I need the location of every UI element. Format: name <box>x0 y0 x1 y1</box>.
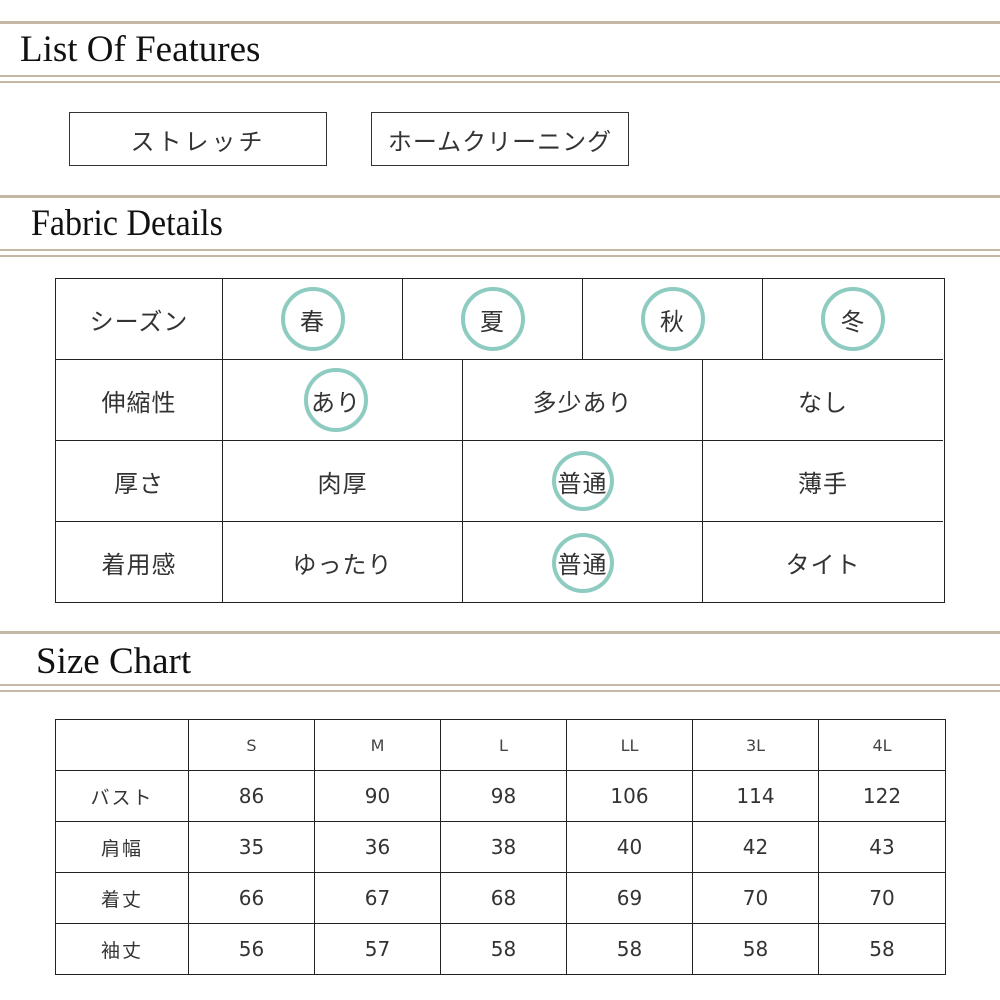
feature-tag: ホームクリーニング <box>371 112 629 166</box>
fabric-option-text: 肉厚 <box>317 469 368 498</box>
size-column-header: LL <box>566 719 693 771</box>
size-value-cell: 56 <box>188 923 315 975</box>
fabric-option-cell: 肉厚 <box>223 441 463 521</box>
fabric-option-text: 多少あり <box>532 388 633 417</box>
fabric-option-cell: 冬 <box>763 279 943 359</box>
fabric-option-text: 普通 <box>557 551 608 579</box>
size-value-cell: 70 <box>692 872 819 924</box>
size-chart-table: S M L LL 3L 4L バスト 86 90 98 106 114 122 肩幅 35 36 38 40 42 4… <box>55 719 946 975</box>
fabric-option-cell: 普通 <box>463 522 703 603</box>
fabric-row: シーズン 春 夏 秋 冬 <box>56 279 943 360</box>
size-row-label: 肩幅 <box>55 821 189 873</box>
size-column-header: M <box>314 719 441 771</box>
size-value-cell: 114 <box>692 770 819 822</box>
section-title-size: Size Chart <box>36 641 192 682</box>
size-column-header: 3L <box>692 719 819 771</box>
fabric-option-cell: 秋 <box>583 279 763 359</box>
header-rule <box>0 249 1000 251</box>
fabric-option-text: タイト <box>785 551 861 579</box>
fabric-option-cell: タイト <box>703 522 943 603</box>
size-row-label: 袖丈 <box>55 923 189 975</box>
fabric-row: 着用感 ゆったり 普通 タイト <box>56 522 943 603</box>
fabric-option-cell: 春 <box>223 279 403 359</box>
header-rule <box>0 75 1000 77</box>
fabric-row-label: 厚さ <box>56 441 223 521</box>
section-title-features: List Of Features <box>20 29 261 70</box>
size-column-header: L <box>440 719 567 771</box>
fabric-option-cell: あり <box>223 360 463 440</box>
size-value-cell: 98 <box>440 770 567 822</box>
fabric-row-label: 伸縮性 <box>56 360 223 440</box>
fabric-label-text: シーズン <box>89 307 189 336</box>
size-value-cell: 40 <box>566 821 693 873</box>
feature-tag: ストレッチ <box>69 112 327 166</box>
fabric-option-text: あり <box>311 388 361 417</box>
section-title-fabric: Fabric Details <box>31 203 223 244</box>
size-corner-cell <box>55 719 189 771</box>
size-table-row: 着丈 66 67 68 69 70 70 <box>55 872 946 924</box>
fabric-details-table: シーズン春夏秋冬伸縮性 あり 多少あり なし 厚さ 肉厚 普通 薄手 着用感 ゆったり 普通 タイト <box>55 278 945 603</box>
fabric-option-text: 秋 <box>660 307 685 336</box>
fabric-row: 厚さ 肉厚 普通 薄手 <box>56 441 943 522</box>
size-value-cell: 36 <box>314 821 441 873</box>
size-value-cell: 106 <box>566 770 693 822</box>
size-value-cell: 90 <box>314 770 441 822</box>
size-column-header: S <box>188 719 315 771</box>
size-header-row: S M L LL 3L 4L <box>55 719 946 771</box>
size-table-row: 袖丈 56 57 58 58 58 58 <box>55 923 946 975</box>
size-value-cell: 38 <box>440 821 567 873</box>
size-value-cell: 43 <box>818 821 946 873</box>
size-value-cell: 35 <box>188 821 315 873</box>
fabric-option-text: 夏 <box>480 307 505 336</box>
fabric-option-cell: 普通 <box>463 441 703 521</box>
fabric-option-cell: 夏 <box>403 279 583 359</box>
size-value-cell: 58 <box>566 923 693 975</box>
fabric-option-cell: なし <box>703 360 943 440</box>
size-value-cell: 58 <box>692 923 819 975</box>
size-value-cell: 42 <box>692 821 819 873</box>
fabric-option-text: 冬 <box>840 307 866 336</box>
header-rule <box>0 255 1000 257</box>
size-value-cell: 70 <box>818 872 946 924</box>
size-value-cell: 68 <box>440 872 567 924</box>
size-table-row: バスト 86 90 98 106 114 122 <box>55 770 946 822</box>
fabric-option-cell: ゆったり <box>223 522 463 603</box>
size-row-label: バスト <box>55 770 189 822</box>
fabric-option-text: 薄手 <box>798 469 848 498</box>
fabric-option-text: ゆったり <box>292 551 393 579</box>
size-value-cell: 58 <box>440 923 567 975</box>
size-value-cell: 66 <box>188 872 315 924</box>
size-column-header: 4L <box>818 719 946 771</box>
fabric-option-text: なし <box>798 388 848 417</box>
size-table-row: 肩幅 35 36 38 40 42 43 <box>55 821 946 873</box>
size-value-cell: 69 <box>566 872 693 924</box>
fabric-row-label: 着用感 <box>56 522 223 603</box>
fabric-option-cell: 多少あり <box>463 360 703 440</box>
fabric-option-cell: 薄手 <box>703 441 943 521</box>
fabric-option-text: 普通 <box>557 469 608 498</box>
header-rule <box>0 195 1000 198</box>
size-value-cell: 57 <box>314 923 441 975</box>
fabric-option-text: 春 <box>300 307 325 336</box>
size-value-cell: 58 <box>818 923 946 975</box>
fabric-label-text: 厚さ <box>114 469 164 498</box>
header-rule <box>0 21 1000 24</box>
size-value-cell: 86 <box>188 770 315 822</box>
header-rule <box>0 631 1000 634</box>
size-value-cell: 122 <box>818 770 946 822</box>
size-row-label: 着丈 <box>55 872 189 924</box>
fabric-row-label: シーズン <box>56 279 223 359</box>
fabric-row: 伸縮性 あり 多少あり なし <box>56 360 943 441</box>
header-rule <box>0 684 1000 686</box>
header-rule <box>0 690 1000 692</box>
size-value-cell: 67 <box>314 872 441 924</box>
header-rule <box>0 81 1000 83</box>
fabric-label-text: 伸縮性 <box>101 388 177 417</box>
fabric-label-text: 着用感 <box>101 551 177 579</box>
